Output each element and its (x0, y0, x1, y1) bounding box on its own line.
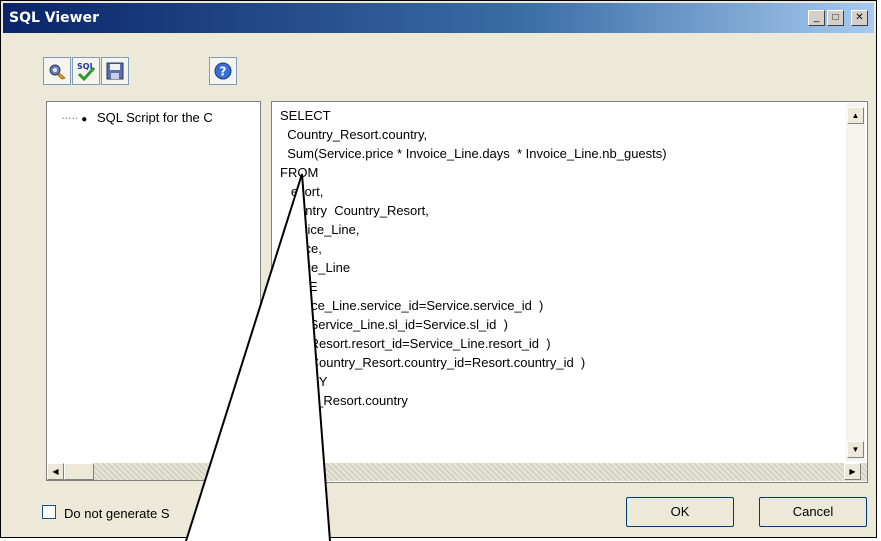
callout-wedge (186, 174, 330, 541)
callout-pointer (185, 173, 331, 541)
